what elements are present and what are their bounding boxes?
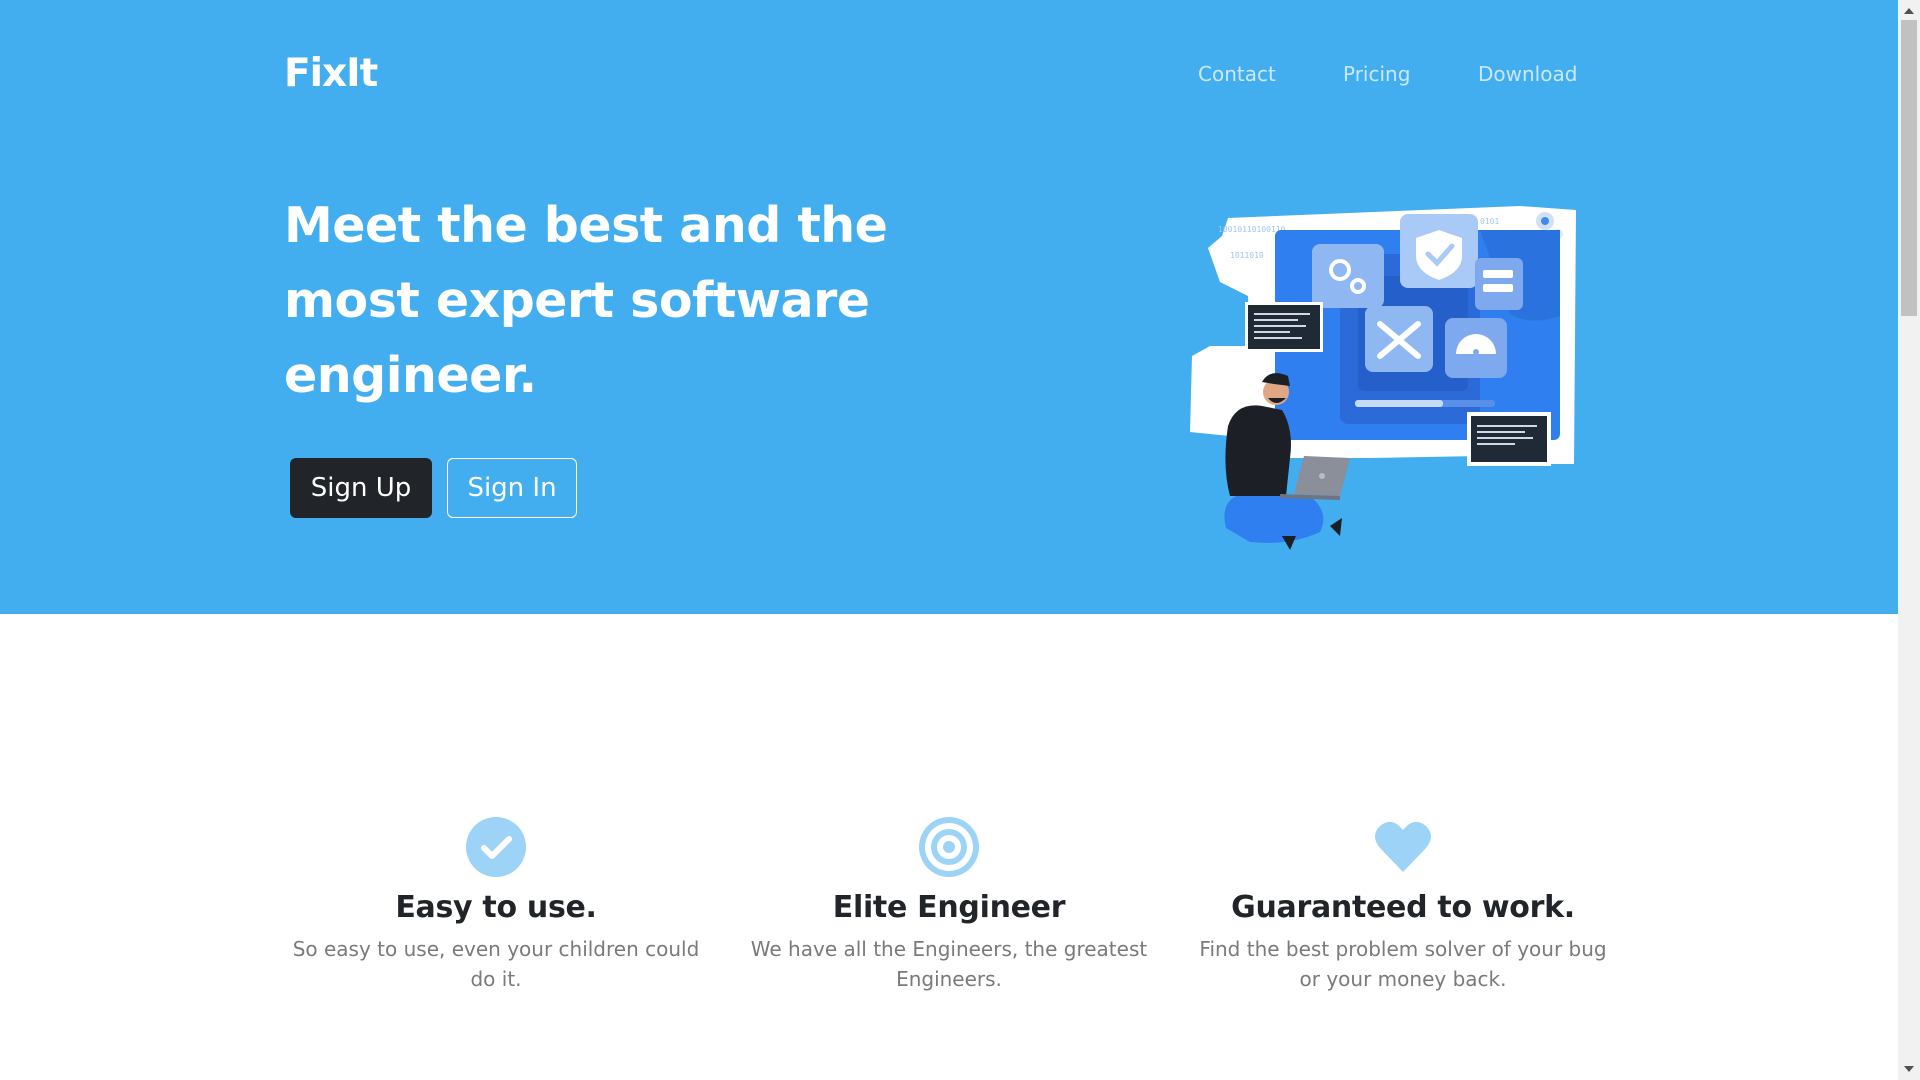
- feature-guaranteed: Guaranteed to work. Find the best proble…: [1193, 816, 1613, 994]
- heart-icon: [1375, 821, 1431, 872]
- bullseye-icon: [919, 817, 979, 877]
- nav-link-contact[interactable]: Contact: [1198, 62, 1276, 86]
- nav-link-pricing[interactable]: Pricing: [1343, 62, 1410, 86]
- svg-text:0101: 0101: [1480, 217, 1499, 226]
- page: FixIt Contact Pricing Download Meet the …: [0, 0, 1898, 1080]
- scrollbar-thumb[interactable]: [1901, 20, 1917, 316]
- feature-description: We have all the Engineers, the greatest …: [750, 937, 1148, 991]
- sign-up-button[interactable]: Sign Up: [290, 458, 432, 518]
- feature-title: Easy to use.: [395, 890, 597, 925]
- feature-easy-to-use: Easy to use. So easy to use, even your c…: [286, 816, 706, 994]
- hero-illustration: 10010110100110 0101 1011010: [1190, 206, 1576, 550]
- scroll-down-arrow-icon[interactable]: [1904, 1066, 1914, 1072]
- sign-in-button[interactable]: Sign In: [447, 458, 577, 518]
- feature-elite-engineer: Elite Engineer We have all the Engineers…: [739, 816, 1159, 994]
- nav-link-download[interactable]: Download: [1478, 62, 1577, 86]
- feature-title: Guaranteed to work.: [1231, 890, 1575, 925]
- hero-headline: Meet the best and the most expert softwa…: [284, 197, 888, 404]
- vertical-scrollbar[interactable]: [1898, 0, 1920, 1080]
- svg-text:10010110100110: 10010110100110: [1218, 225, 1286, 234]
- brand-logo[interactable]: FixIt: [284, 52, 378, 96]
- check-circle-icon: [466, 817, 526, 877]
- feature-title: Elite Engineer: [832, 890, 1066, 925]
- feature-description: Find the best problem solver of your bug…: [1199, 937, 1607, 991]
- scroll-up-arrow-icon[interactable]: [1904, 8, 1914, 14]
- svg-text:1011010: 1011010: [1230, 251, 1264, 260]
- feature-description: So easy to use, even your children could…: [292, 937, 700, 991]
- hero-section: FixIt Contact Pricing Download Meet the …: [0, 0, 1898, 614]
